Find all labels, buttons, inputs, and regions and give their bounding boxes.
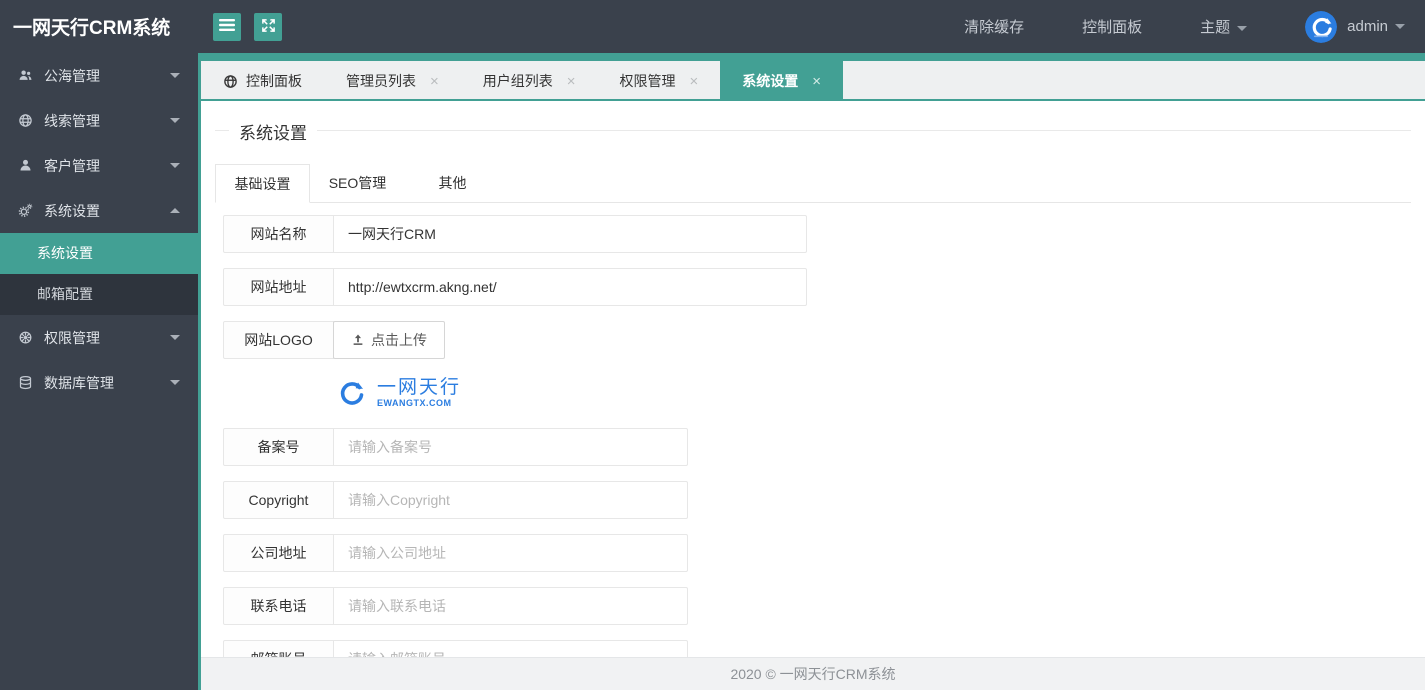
sidebar-item-label: 系统设置 (44, 202, 100, 219)
close-icon[interactable]: × (690, 74, 699, 89)
settings-tabs: 基础设置 SEO管理 其他 (215, 164, 1411, 203)
hamburger-icon (219, 18, 235, 35)
fullscreen-button[interactable] (254, 12, 282, 41)
site-logo-preview: 一网天行 EWANGTX.COM (333, 374, 1411, 412)
tab-seo[interactable]: SEO管理 (310, 164, 405, 202)
user-icon (18, 158, 33, 173)
chevron-down-icon (1237, 25, 1248, 31)
field-label: 网站名称 (223, 215, 334, 253)
chevron-down-icon (170, 163, 180, 168)
theme-label: 主题 (1200, 19, 1231, 36)
site-url-input[interactable] (333, 268, 807, 306)
sidebar-item-label: 数据库管理 (44, 374, 114, 391)
field-label: 联系电话 (223, 587, 334, 625)
sidebar-item-database[interactable]: 数据库管理 (0, 360, 198, 405)
page-footer: 2020 © 一网天行CRM系统 (201, 657, 1425, 690)
upload-label: 点击上传 (371, 332, 427, 348)
field-label: 备案号 (223, 428, 334, 466)
field-label: Copyright (223, 481, 334, 519)
fullscreen-icon (261, 18, 276, 36)
chevron-down-icon (170, 73, 180, 78)
tab-system-settings[interactable]: 系统设置 × (720, 53, 844, 101)
tab-label: 系统设置 (742, 73, 799, 89)
close-icon[interactable]: × (567, 74, 576, 89)
chevron-up-icon (170, 208, 180, 213)
company-logo-subtext: EWANGTX.COM (377, 397, 452, 408)
settings-form: 网站名称 网站地址 网站LOGO 点击上传 一网天行 (223, 215, 1411, 678)
sidebar-item-leads[interactable]: 线索管理 (0, 98, 198, 143)
upload-icon (353, 334, 363, 345)
close-icon[interactable]: × (430, 74, 439, 89)
sidebar-item-label: 客户管理 (44, 157, 100, 174)
tab-label: 管理员列表 (346, 73, 416, 89)
control-panel-link[interactable]: 控制面板 (1082, 16, 1142, 37)
page-title: 系统设置 (229, 119, 317, 144)
sidebar-item-system-settings[interactable]: 系统设置 (0, 188, 198, 233)
tab-label: 权限管理 (619, 73, 676, 89)
close-icon[interactable]: × (812, 74, 821, 89)
sidebar-item-high-seas[interactable]: 公海管理 (0, 53, 198, 98)
form-row-site-name: 网站名称 (223, 215, 1411, 253)
theme-dropdown[interactable]: 主题 (1200, 16, 1248, 37)
sidebar-item-permissions[interactable]: 权限管理 (0, 315, 198, 360)
sidebar-toggle-button[interactable] (213, 12, 241, 41)
username: admin (1347, 18, 1388, 35)
site-name-input[interactable] (333, 215, 807, 253)
tab-bar: 控制面板 管理员列表 × 用户组列表 × 权限管理 × 系统设置 × (201, 53, 1425, 101)
field-label: 网站地址 (223, 268, 334, 306)
icp-number-input[interactable] (333, 428, 688, 466)
chevron-down-icon (1395, 24, 1405, 29)
globe-icon (18, 113, 33, 128)
sidebar-item-label: 公海管理 (44, 67, 100, 84)
tab-label: 用户组列表 (482, 73, 553, 89)
clear-cache-link[interactable]: 清除缓存 (964, 16, 1024, 37)
users-icon (18, 68, 33, 83)
sidebar-item-label: 权限管理 (44, 329, 100, 346)
form-row-site-logo: 网站LOGO 点击上传 (223, 321, 1411, 359)
top-header: 一网天行CRM系统 清除缓存 控制面板 主题 admin (0, 0, 1425, 53)
gears-icon (18, 203, 33, 218)
form-row-company-address: 公司地址 (223, 534, 1411, 572)
tab-label: 控制面板 (246, 73, 302, 89)
contact-phone-input[interactable] (333, 587, 688, 625)
chevron-down-icon (170, 335, 180, 340)
wheel-icon (18, 330, 33, 345)
company-address-input[interactable] (333, 534, 688, 572)
globe-icon (223, 74, 238, 89)
system-settings-submenu: 系统设置 邮箱配置 (0, 233, 198, 315)
sidebar: 公海管理 线索管理 客户管理 系统设置 系统设置 邮箱配置 权限管理 数据库管理 (0, 53, 198, 690)
tab-admin-list[interactable]: 管理员列表 × (324, 53, 461, 101)
main-area: 控制面板 管理员列表 × 用户组列表 × 权限管理 × 系统设置 × 系统设置 … (198, 53, 1425, 690)
tab-control-panel[interactable]: 控制面板 (201, 53, 324, 101)
avatar (1305, 10, 1338, 43)
form-row-site-url: 网站地址 (223, 268, 1411, 306)
submenu-item-mailbox-config[interactable]: 邮箱配置 (0, 274, 198, 315)
field-label: 公司地址 (223, 534, 334, 572)
company-logo-text: 一网天行 (377, 376, 462, 398)
sidebar-item-customers[interactable]: 客户管理 (0, 143, 198, 188)
tab-other[interactable]: 其他 (405, 164, 500, 202)
user-menu[interactable]: admin (1305, 10, 1405, 43)
tab-basic-settings[interactable]: 基础设置 (215, 164, 310, 203)
form-row-contact-phone: 联系电话 (223, 587, 1411, 625)
chevron-down-icon (170, 118, 180, 123)
upload-button[interactable]: 点击上传 (333, 321, 445, 359)
sidebar-item-label: 线索管理 (44, 112, 100, 129)
company-logo-icon (333, 375, 369, 411)
section-divider: 系统设置 (215, 119, 1411, 144)
page-content: 系统设置 基础设置 SEO管理 其他 网站名称 网站地址 网站LOGO 点击上传 (201, 101, 1425, 688)
database-icon (18, 375, 33, 390)
chevron-down-icon (170, 380, 180, 385)
submenu-item-system-settings[interactable]: 系统设置 (0, 233, 198, 274)
tab-permissions[interactable]: 权限管理 × (598, 53, 721, 101)
footer-text: 2020 © 一网天行CRM系统 (730, 666, 896, 682)
field-label: 网站LOGO (223, 321, 334, 359)
form-row-icp: 备案号 (223, 428, 1411, 466)
app-title: 一网天行CRM系统 (13, 18, 171, 39)
copyright-input[interactable] (333, 481, 688, 519)
tab-user-group-list[interactable]: 用户组列表 × (461, 53, 598, 101)
form-row-copyright: Copyright (223, 481, 1411, 519)
